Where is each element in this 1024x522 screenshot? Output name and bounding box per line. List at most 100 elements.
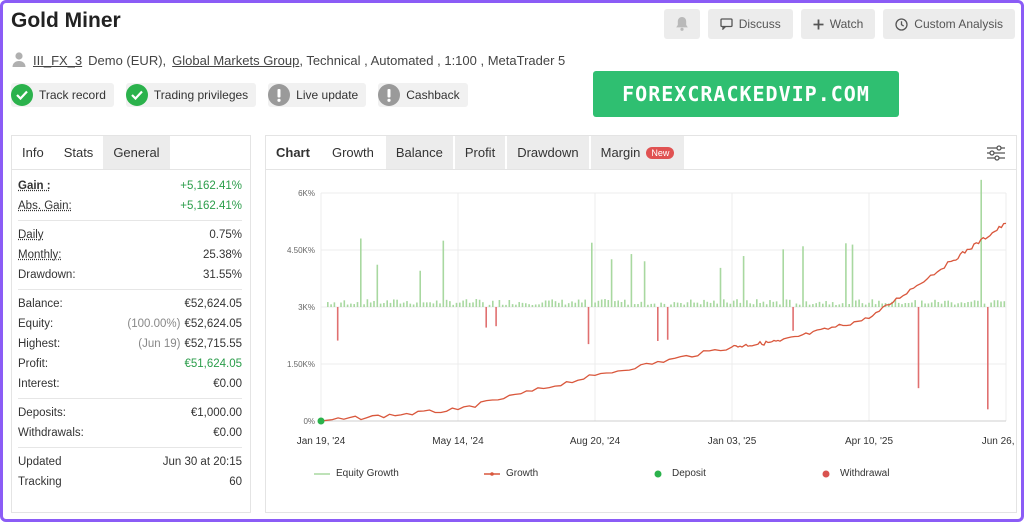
- stat-label: Highest:: [18, 338, 61, 350]
- stat-value-group: (Jun 19) €52,715.55: [138, 338, 242, 350]
- tab-stats[interactable]: Stats: [53, 136, 104, 169]
- tab-chart[interactable]: Chart: [266, 136, 320, 169]
- broker-link[interactable]: Global Markets Group: [172, 53, 299, 68]
- stat-value: €52,715.55: [184, 338, 242, 350]
- equity-bar: [571, 301, 573, 307]
- account-details: , Technical , Automated , 1:100 , MetaTr…: [299, 53, 566, 68]
- tab-general[interactable]: General: [103, 136, 170, 169]
- discuss-button[interactable]: Discuss: [707, 9, 793, 39]
- equity-bar: [693, 302, 695, 307]
- user-link[interactable]: III_FX_3: [33, 53, 82, 68]
- equity-bar: [901, 304, 903, 307]
- equity-bar: [485, 307, 487, 328]
- equity-bar: [980, 179, 982, 307]
- stat-tracking: Tracking 60: [18, 472, 242, 492]
- stat-equity: Equity: (100.00%) €52,624.05: [18, 314, 242, 334]
- custom-analysis-button[interactable]: Custom Analysis: [883, 9, 1015, 39]
- notify-button[interactable]: [663, 9, 700, 39]
- watch-button[interactable]: Watch: [800, 9, 876, 39]
- equity-bar: [558, 302, 560, 307]
- equity-bar: [333, 302, 336, 307]
- equity-bar: [845, 243, 847, 307]
- y-tick-label: 1.50K%: [287, 360, 315, 369]
- equity-bar: [591, 242, 593, 307]
- equity-bar: [435, 300, 438, 307]
- equity-bar: [921, 300, 923, 307]
- stat-label: Equity:: [18, 318, 54, 330]
- equity-bar: [419, 270, 421, 307]
- badge-live-update[interactable]: Live update: [268, 83, 367, 107]
- clock-icon: [895, 17, 908, 31]
- stats-list: Gain : +5,162.41% Abs. Gain: +5,162.41% …: [12, 170, 250, 492]
- equity-bar: [795, 303, 798, 307]
- equity-bar: [439, 303, 441, 307]
- equity-bar: [779, 304, 781, 307]
- chart-settings-button[interactable]: [986, 144, 1006, 165]
- equity-bar: [584, 299, 586, 307]
- equity-bar: [696, 302, 699, 307]
- equity-bar: [551, 299, 553, 307]
- equity-bar: [947, 300, 949, 307]
- equity-bar: [825, 301, 827, 307]
- equity-bar: [812, 304, 814, 307]
- tab-balance[interactable]: Balance: [385, 136, 453, 169]
- stat-label: Abs. Gain:: [18, 200, 72, 212]
- equity-bar: [802, 246, 804, 307]
- equity-bar: [746, 300, 748, 307]
- discuss-label: Discuss: [738, 17, 781, 31]
- bell-icon: [675, 16, 689, 32]
- equity-bar: [633, 304, 636, 307]
- equity-bar: [904, 303, 907, 307]
- equity-bar: [343, 300, 346, 307]
- legend-label: Growth: [506, 468, 539, 479]
- stats-tabs: Info Stats General: [12, 136, 250, 170]
- tab-growth[interactable]: Growth: [321, 136, 384, 169]
- equity-bar: [478, 299, 481, 307]
- legend-withdrawal[interactable]: Withdrawal: [822, 468, 889, 479]
- x-tick-label: Jan 19, '24: [297, 436, 346, 447]
- equity-bar: [525, 303, 527, 307]
- tab-profit[interactable]: Profit: [454, 136, 506, 169]
- equity-bar: [848, 303, 850, 307]
- stat-label: Monthly:: [18, 249, 62, 261]
- tab-margin[interactable]: Margin New: [590, 136, 685, 169]
- equity-bar: [548, 300, 550, 307]
- equity-bar: [871, 299, 874, 307]
- equity-bar: [663, 303, 666, 307]
- badge-cashback[interactable]: Cashback: [378, 83, 468, 107]
- equity-bar: [759, 302, 761, 307]
- equity-bar: [818, 301, 821, 307]
- equity-bar: [990, 302, 992, 307]
- legend-growth[interactable]: Growth: [484, 468, 538, 479]
- badge-track-record[interactable]: Track record: [11, 83, 114, 107]
- equity-bar: [647, 304, 649, 307]
- equity-bar: [538, 304, 540, 307]
- equity-bar: [366, 299, 369, 307]
- equity-bar: [907, 303, 910, 307]
- equity-bar: [792, 307, 794, 331]
- legend-equity-growth[interactable]: Equity Growth: [314, 468, 399, 479]
- equity-bar: [762, 301, 765, 307]
- legend-deposit[interactable]: Deposit: [654, 468, 706, 479]
- equity-bar: [987, 307, 989, 410]
- legend-line-icon: [314, 472, 330, 475]
- equity-bar: [954, 304, 956, 307]
- equity-bar: [769, 300, 771, 307]
- equity-bar: [878, 300, 880, 307]
- tab-info[interactable]: Info: [12, 136, 54, 169]
- equity-bar: [835, 304, 837, 307]
- equity-bar: [614, 301, 616, 307]
- badge-label: Trading privileges: [153, 88, 249, 102]
- equity-bar: [924, 303, 926, 307]
- equity-bar: [970, 301, 973, 307]
- equity-bar: [402, 302, 405, 307]
- stat-label: Tracking: [18, 476, 62, 488]
- equity-bar: [934, 299, 936, 307]
- stat-value: €1,000.00: [190, 407, 242, 419]
- tab-drawdown[interactable]: Drawdown: [507, 136, 589, 169]
- sliders-icon: [986, 145, 1006, 165]
- equity-bar: [650, 303, 652, 307]
- badge-trading-privileges[interactable]: Trading privileges: [125, 83, 257, 107]
- equity-bar: [960, 302, 963, 307]
- equity-bar: [690, 299, 692, 307]
